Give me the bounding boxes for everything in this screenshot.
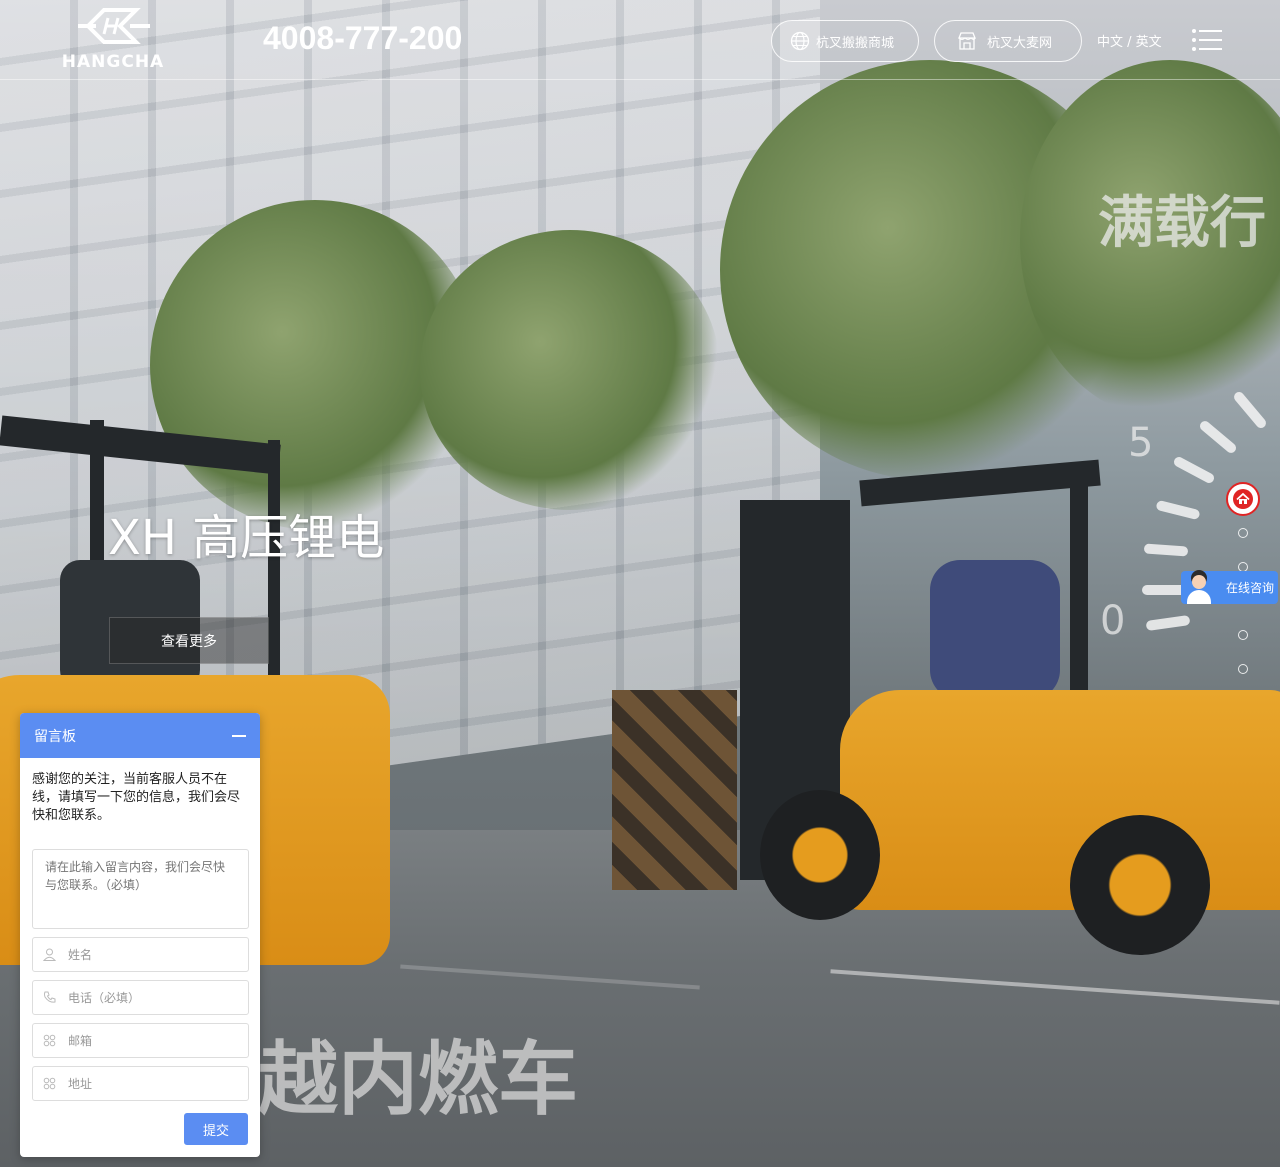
address-input[interactable]	[68, 1076, 238, 1091]
slide-dot[interactable]	[1238, 630, 1248, 640]
address-field	[32, 1066, 249, 1101]
email-input[interactable]	[68, 1033, 238, 1048]
forklift-mast	[1070, 470, 1088, 700]
home-nav-button[interactable]	[1226, 482, 1260, 516]
language-switch[interactable]: 中文 / 英文	[1097, 31, 1162, 50]
email-field	[32, 1023, 249, 1058]
grid-icon	[43, 1034, 56, 1047]
slide-dot[interactable]	[1238, 664, 1248, 674]
name-field	[32, 937, 249, 972]
gauge-tick	[1197, 419, 1239, 455]
forklift-wheel	[760, 790, 880, 920]
forklift-driver	[930, 560, 1060, 700]
home-icon	[1233, 489, 1253, 509]
support-avatar	[1181, 571, 1215, 604]
gauge-tick	[1172, 455, 1216, 485]
menu-icon[interactable]	[1192, 28, 1222, 52]
hangcha-logo[interactable]: HANGCHA	[58, 6, 168, 74]
phone-icon	[44, 991, 56, 1003]
grid-icon	[43, 1077, 56, 1090]
hangcha-logo-icon	[78, 8, 150, 44]
phone-field	[32, 980, 249, 1015]
forklift-load	[612, 690, 737, 890]
logo-text: HANGCHA	[61, 52, 165, 72]
forklift-body	[840, 690, 1280, 910]
user-icon	[43, 948, 56, 961]
store-link-label: 杭叉大麦网	[987, 35, 1053, 51]
forklift-wheel	[1070, 815, 1210, 955]
message-board-header: 留言板	[20, 713, 260, 758]
phone-input[interactable]	[68, 990, 238, 1005]
hero-title: XH 高压锂电	[108, 510, 385, 566]
video-caption-top: 满载行	[1098, 191, 1266, 256]
globe-icon	[790, 31, 810, 51]
store-icon	[958, 32, 976, 50]
gauge-tick	[1142, 585, 1186, 595]
submit-button[interactable]: 提交	[184, 1113, 248, 1145]
slide-dot[interactable]	[1238, 528, 1248, 538]
video-caption-bottom: 越内燃车	[258, 1033, 578, 1126]
hotline-number: 4008-777-200	[263, 20, 463, 56]
view-more-button[interactable]: 查看更多	[109, 617, 269, 664]
message-content-input[interactable]	[32, 849, 249, 929]
forklift-mast	[268, 440, 280, 700]
online-consult-button[interactable]: 在线咨询	[1181, 571, 1278, 604]
message-board-intro: 感谢您的关注，当前客服人员不在线，请填写一下您的信息，我们会尽快和您联系。	[32, 772, 241, 823]
gauge-number: 5	[1128, 420, 1154, 466]
store-link-button[interactable]: 杭叉大麦网	[934, 20, 1082, 62]
gauge-tick	[1232, 389, 1268, 431]
mall-link-label: 杭叉搬搬商城	[816, 35, 895, 51]
site-header: HANGCHA 4008-777-200 杭叉搬搬商城 杭叉大麦网 中文 / 英…	[0, 0, 1280, 80]
gauge-tick	[1155, 499, 1201, 521]
message-board: 留言板 感谢您的关注，当前客服人员不在线，请填写一下您的信息，我们会尽快和您联系…	[20, 713, 260, 1157]
message-board-title: 留言板	[34, 728, 76, 745]
mall-link-button[interactable]: 杭叉搬搬商城	[771, 20, 919, 62]
gauge-tick	[1143, 543, 1189, 557]
minimize-icon[interactable]	[232, 734, 246, 737]
background-tree	[420, 230, 720, 510]
name-input[interactable]	[68, 947, 238, 962]
gauge-number: 0	[1100, 598, 1126, 644]
online-consult-label: 在线咨询	[1226, 581, 1275, 595]
gauge-tick	[1145, 614, 1191, 632]
